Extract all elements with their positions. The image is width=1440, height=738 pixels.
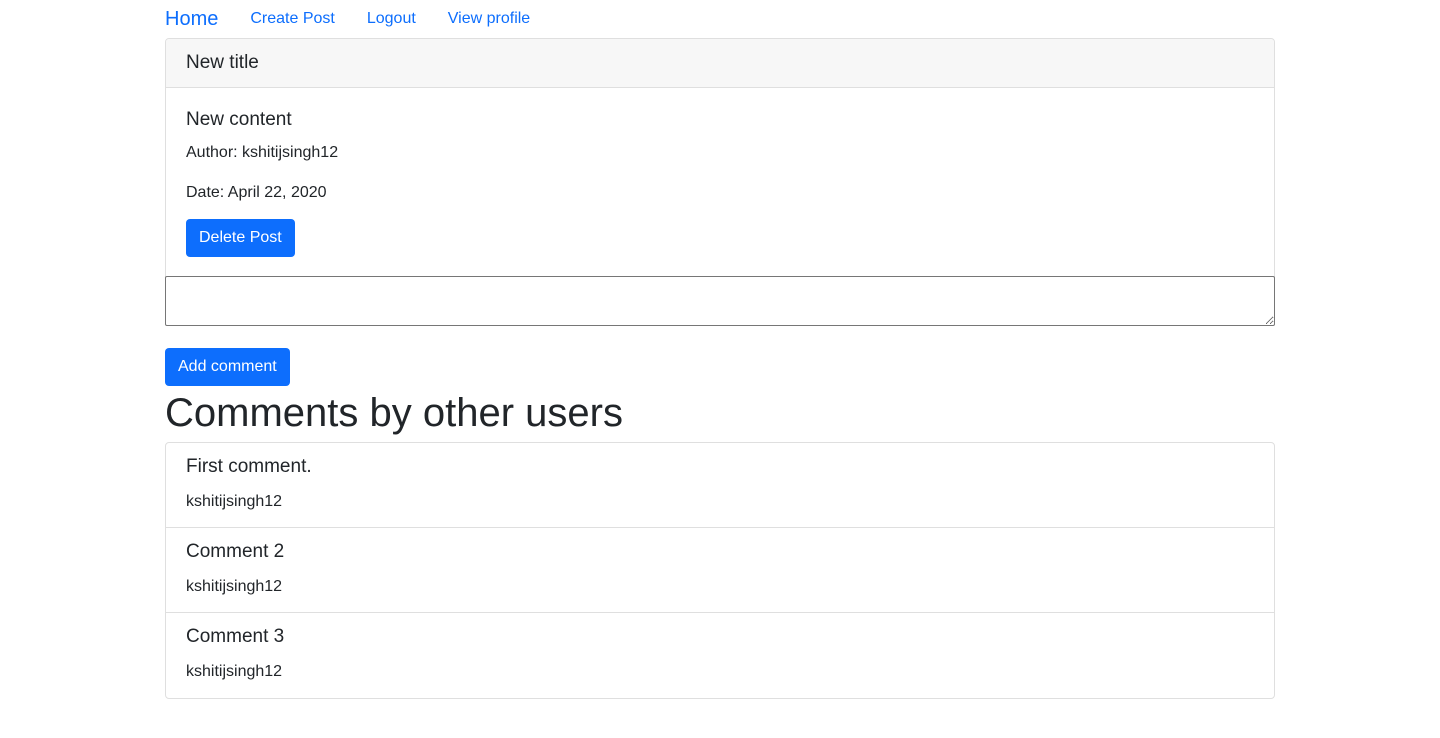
comments-heading: Comments by other users <box>165 391 623 435</box>
post-title: New title <box>166 39 1274 88</box>
comment-text: Comment 3 <box>186 626 285 647</box>
post-body: New content Author: kshitijsingh12 Date:… <box>166 88 1274 277</box>
comment-author: kshitijsingh12 <box>186 663 283 680</box>
nav-create-post-link[interactable]: Create Post <box>250 11 334 27</box>
delete-post-button[interactable]: Delete Post <box>186 219 295 257</box>
list-item: Comment 2 kshitijsingh12 <box>166 528 1274 613</box>
post-content: New content <box>186 109 292 130</box>
comments-list: First comment. kshitijsingh12 Comment 2 … <box>165 442 1275 699</box>
post-date: Date: April 22, 2020 <box>186 184 327 201</box>
page-container: Home Create Post Logout View profile New… <box>165 0 1275 699</box>
nav-home-link[interactable]: Home <box>165 9 218 29</box>
nav-logout-link[interactable]: Logout <box>367 11 416 27</box>
nav-view-profile-link[interactable]: View profile <box>448 11 530 27</box>
comment-author: kshitijsingh12 <box>186 578 283 595</box>
comment-author: kshitijsingh12 <box>186 493 283 510</box>
post-author: Author: kshitijsingh12 <box>186 144 339 161</box>
comment-text: Comment 2 <box>186 541 285 562</box>
comment-text: First comment. <box>186 456 312 477</box>
comment-input[interactable] <box>165 276 1275 326</box>
navbar: Home Create Post Logout View profile <box>165 0 1275 38</box>
add-comment-button[interactable]: Add comment <box>165 348 290 386</box>
list-item: First comment. kshitijsingh12 <box>166 443 1274 528</box>
post-card: New title New content Author: kshitijsin… <box>165 38 1275 283</box>
list-item: Comment 3 kshitijsingh12 <box>166 613 1274 698</box>
